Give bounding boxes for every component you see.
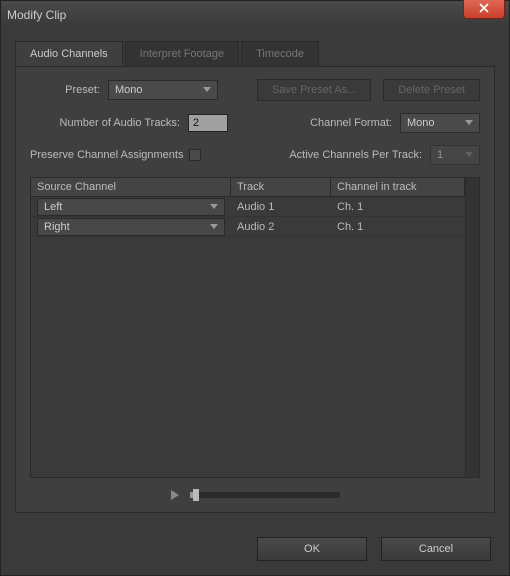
preset-value: Mono [115, 84, 143, 96]
ok-button[interactable]: OK [257, 537, 367, 561]
table-header: Source Channel Track Channel in track [31, 178, 465, 197]
vertical-scrollbar[interactable] [465, 178, 479, 477]
dialog-footer: OK Cancel [1, 523, 509, 575]
titlebar: Modify Clip [1, 1, 509, 29]
close-button[interactable] [463, 0, 505, 19]
dialog-body: Audio Channels Interpret Footage Timecod… [1, 29, 509, 523]
delete-preset-button[interactable]: Delete Preset [383, 79, 480, 101]
cancel-button[interactable]: Cancel [381, 537, 491, 561]
chevron-down-icon [203, 87, 211, 93]
playback-slider[interactable] [190, 492, 340, 498]
window-title: Modify Clip [7, 8, 66, 22]
channel-format-dropdown[interactable]: Mono [400, 113, 480, 133]
source-channel-dropdown[interactable]: Right [37, 218, 225, 236]
tab-interpret-footage[interactable]: Interpret Footage [125, 41, 239, 66]
col-channel-in-track: Channel in track [331, 178, 465, 196]
active-channels-label: Active Channels Per Track: [289, 149, 422, 161]
track-cell: Audio 1 [231, 201, 331, 213]
table-row[interactable]: Left Audio 1 Ch. 1 [31, 197, 465, 217]
modify-clip-dialog: Modify Clip Audio Channels Interpret Foo… [0, 0, 510, 576]
channel-format-label: Channel Format: [310, 117, 392, 129]
num-tracks-label: Number of Audio Tracks: [30, 117, 180, 129]
tab-timecode[interactable]: Timecode [241, 41, 319, 66]
chevron-down-icon [465, 152, 473, 158]
chevron-down-icon [210, 204, 218, 210]
slider-thumb[interactable] [193, 489, 199, 501]
play-icon[interactable] [170, 490, 180, 500]
channel-cell: Ch. 1 [331, 201, 465, 213]
num-tracks-input[interactable]: 2 [188, 114, 228, 132]
preserve-assignments-checkbox[interactable] [189, 149, 201, 161]
col-source-channel: Source Channel [31, 178, 231, 196]
preserve-assignments-label: Preserve Channel Assignments [30, 149, 183, 161]
preset-dropdown[interactable]: Mono [108, 80, 218, 100]
chevron-down-icon [465, 120, 473, 126]
channel-cell: Ch. 1 [331, 221, 465, 233]
preset-label: Preset: [30, 84, 100, 96]
table-row[interactable]: Right Audio 2 Ch. 1 [31, 217, 465, 237]
playback-controls [30, 478, 480, 502]
source-channel-dropdown[interactable]: Left [37, 198, 225, 216]
col-track: Track [231, 178, 331, 196]
close-icon [479, 2, 489, 16]
tab-bar: Audio Channels Interpret Footage Timecod… [15, 41, 495, 67]
table-body: Left Audio 1 Ch. 1 Right Audio 2 Ch. 1 [31, 197, 465, 477]
active-channels-value: 1 [437, 149, 443, 161]
save-preset-button[interactable]: Save Preset As... [257, 79, 371, 101]
track-cell: Audio 2 [231, 221, 331, 233]
tab-audio-channels[interactable]: Audio Channels [15, 41, 123, 66]
channel-table: Source Channel Track Channel in track Le… [30, 177, 480, 478]
chevron-down-icon [210, 224, 218, 230]
active-channels-dropdown[interactable]: 1 [430, 145, 480, 165]
channel-format-value: Mono [407, 117, 435, 129]
audio-channels-panel: Preset: Mono Save Preset As... Delete Pr… [15, 67, 495, 513]
